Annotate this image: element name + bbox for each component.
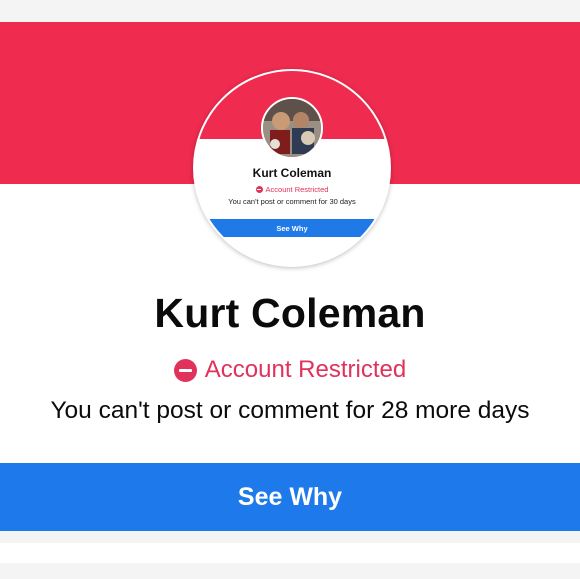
preview-status: Account Restricted — [195, 185, 389, 194]
preview-see-why-button[interactable]: See Why — [195, 219, 389, 237]
restricted-icon — [255, 186, 263, 193]
top-divider — [0, 0, 580, 22]
restricted-icon — [173, 358, 197, 382]
preview-status-label: Account Restricted — [265, 185, 329, 194]
preview-name: Kurt Coleman — [252, 166, 332, 180]
preview-message: You can't post or comment for 30 days — [228, 197, 356, 206]
restriction-preview-card: Kurt Coleman Account Restricted You can'… — [193, 69, 391, 267]
restriction-message: You can't post or comment for 28 more da… — [50, 397, 530, 424]
profile-name: Kurt Coleman — [154, 290, 426, 336]
account-status: Account Restricted — [0, 356, 580, 384]
next-card-edge — [0, 543, 580, 563]
account-status-label: Account Restricted — [204, 356, 407, 383]
avatar — [261, 97, 323, 159]
see-why-button[interactable]: See Why — [0, 463, 580, 531]
